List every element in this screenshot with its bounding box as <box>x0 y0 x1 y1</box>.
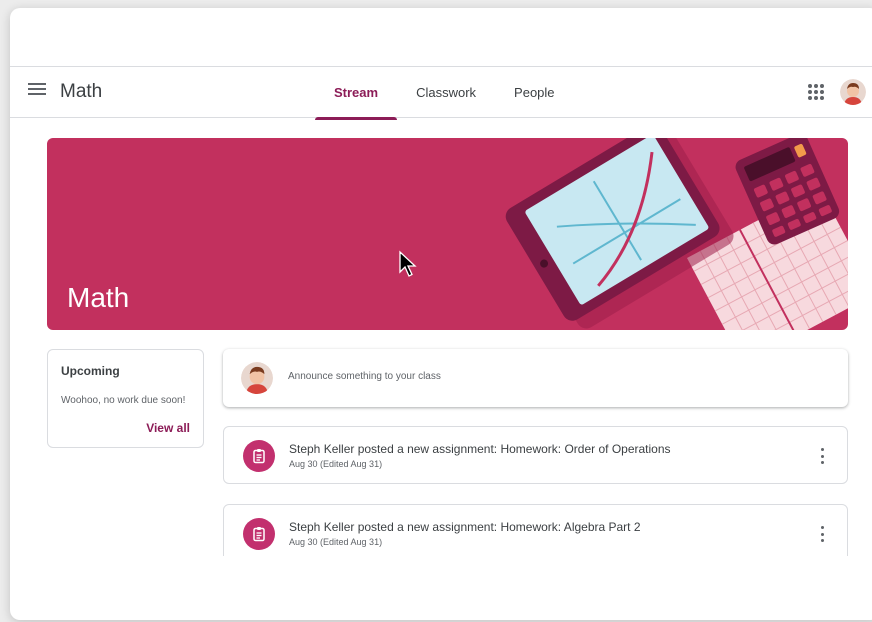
tab-classwork[interactable]: Classwork <box>397 67 495 119</box>
post-title: Steph Keller posted a new assignment: Ho… <box>289 520 641 534</box>
more-vert-icon[interactable] <box>821 526 825 542</box>
mouse-cursor-icon <box>399 250 417 277</box>
tab-people[interactable]: People <box>495 67 573 119</box>
assignment-icon <box>243 440 275 472</box>
stream-post[interactable]: Steph Keller posted a new assignment: Ho… <box>223 504 848 556</box>
avatar[interactable] <box>840 79 866 105</box>
upcoming-title: Upcoming <box>61 364 120 378</box>
upcoming-card: Upcoming Woohoo, no work due soon! View … <box>47 349 204 448</box>
announce-placeholder: Announce something to your class <box>288 371 441 382</box>
stream-post[interactable]: Steph Keller posted a new assignment: Ho… <box>223 426 848 484</box>
assignment-icon <box>243 518 275 550</box>
apps-grid-icon[interactable] <box>808 84 824 100</box>
post-title: Steph Keller posted a new assignment: Ho… <box>289 442 671 456</box>
tab-stream[interactable]: Stream <box>315 67 398 120</box>
post-date: Aug 30 (Edited Aug 31) <box>289 537 383 547</box>
menu-icon[interactable] <box>28 83 46 99</box>
tab-bar: Stream Classwork People <box>315 67 574 120</box>
top-app-bar: Math Stream Classwork People <box>10 66 872 120</box>
classroom-window: Math Stream Classwork People Math Upcomi… <box>10 8 872 620</box>
banner-title: Math <box>67 282 130 313</box>
class-title: Math <box>60 81 103 102</box>
announce-box[interactable]: Announce something to your class <box>223 349 848 407</box>
avatar <box>241 362 273 394</box>
content-viewport: Math Stream Classwork People Math Upcomi… <box>10 8 872 556</box>
class-banner: Math <box>47 138 848 330</box>
more-vert-icon[interactable] <box>821 448 825 464</box>
view-all-link[interactable]: View all <box>146 421 190 435</box>
post-date: Aug 30 (Edited Aug 31) <box>289 459 383 469</box>
banner-illustration <box>505 138 848 330</box>
upcoming-status: Woohoo, no work due soon! <box>61 395 186 406</box>
